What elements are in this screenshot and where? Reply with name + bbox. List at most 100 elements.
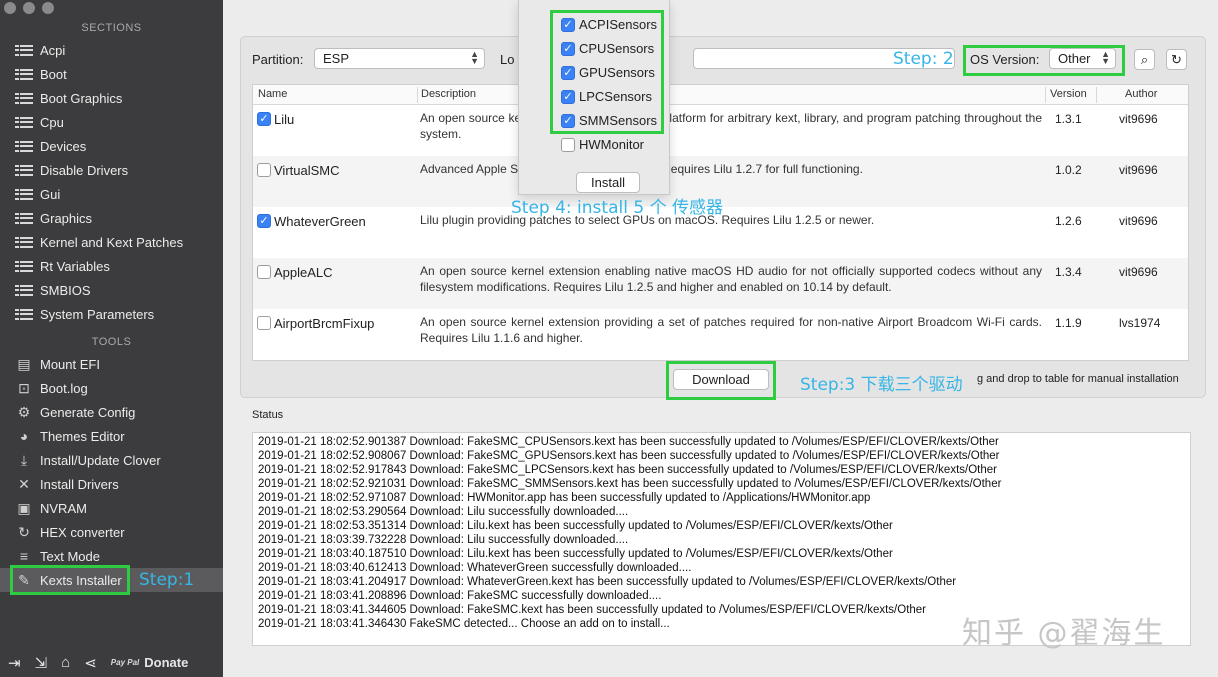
partition-select[interactable]: ESP ▲ ▼ — [314, 48, 485, 69]
sensor-label: HWMonitor — [579, 137, 645, 152]
kext-checkbox[interactable] — [257, 265, 271, 279]
sidebar-item-install-drivers[interactable]: ✕ Install Drivers — [0, 472, 223, 496]
kext-version: 1.1.9 — [1055, 316, 1082, 330]
status-line: 2019-01-21 18:02:52.901387 Download: Fak… — [258, 436, 999, 448]
sensor-checkbox[interactable] — [561, 137, 575, 152]
kext-version: 1.0.2 — [1055, 163, 1082, 177]
table-row[interactable]: AppleALC An open source kernel extension … — [253, 258, 1188, 309]
kext-author: vit9696 — [1119, 214, 1158, 228]
sidebar-item-system-parameters[interactable]: System Parameters — [0, 302, 223, 326]
search-button[interactable]: ⌕ — [1134, 49, 1155, 70]
sidebar-item-smbios[interactable]: SMBIOS — [0, 278, 223, 302]
kext-author: lvs1974 — [1119, 316, 1161, 330]
donate-label: Donate — [144, 655, 189, 670]
step2-annotation: Step: 2 — [893, 49, 954, 69]
os-version-select[interactable]: Other ▲ ▼ — [1049, 48, 1116, 69]
home-icon[interactable]: ⌂ — [61, 654, 70, 671]
sensor-option-hwmonitor[interactable]: HWMonitor — [561, 137, 644, 152]
search-icon: ⌕ — [1140, 51, 1149, 67]
table-row[interactable]: ✓ Lilu An open source kernel extension pro… — [253, 105, 1188, 156]
palette-icon: ◕ — [19, 428, 29, 444]
list-icon-wrapper — [14, 114, 34, 130]
sidebar-item-graphics[interactable]: Graphics — [0, 206, 223, 230]
sidebar-item-label: Kernel and Kext Patches — [40, 234, 184, 250]
list-icon-wrapper — [14, 210, 34, 226]
table-body: ✓ Lilu An open source kernel extension pro… — [253, 105, 1188, 360]
kext-checkbox[interactable]: ✓ — [257, 112, 271, 126]
column-divider — [1096, 87, 1097, 103]
kext-checkbox[interactable] — [257, 163, 271, 177]
close-window-button[interactable] — [4, 2, 16, 14]
sidebar-item-boot[interactable]: Boot — [0, 62, 223, 86]
status-line: 2019-01-21 18:03:41.204917 Download: Wha… — [258, 576, 957, 588]
import-icon[interactable]: ⇥ — [8, 654, 21, 672]
minimize-window-button[interactable] — [23, 2, 35, 14]
table-row[interactable]: AirportBrcmFixup An open source kernel ex… — [253, 309, 1188, 360]
paypal-icon: Pay Pal — [110, 657, 140, 667]
tools-icon: ✕ — [18, 475, 30, 492]
kext-name: AirportBrcmFixup — [274, 316, 375, 331]
sidebar-item-disable-drivers[interactable]: Disable Drivers — [0, 158, 223, 182]
sidebar-item-acpi[interactable]: Acpi — [0, 38, 223, 62]
kext-description: An open source kernel extension enabling… — [420, 264, 1042, 294]
chip-icon: ▣ — [17, 499, 31, 516]
window-controls — [4, 2, 54, 14]
os-version-label: OS Version: — [970, 52, 1040, 67]
updown-arrows-icon: ▲ ▼ — [1101, 49, 1110, 66]
sections-header: SECTIONS — [81, 22, 142, 34]
col-description-header[interactable]: Description — [421, 88, 476, 100]
sidebar-item-nvram[interactable]: ▣ NVRAM — [0, 496, 223, 520]
col-name-header[interactable]: Name — [258, 88, 287, 100]
list-icon — [15, 187, 33, 201]
status-line: 2019-01-21 18:03:41.208896 Download: Fak… — [258, 590, 662, 602]
os-version-value: Other — [1058, 51, 1091, 66]
sidebar-item-label: Boot Graphics — [40, 90, 123, 106]
kext-checkbox[interactable] — [257, 316, 271, 330]
share-icon[interactable]: ⋖ — [84, 654, 97, 672]
sidebar-item-generate-config[interactable]: ⚙ Generate Config — [0, 400, 223, 424]
location-label: Lo — [500, 52, 515, 67]
col-author-header[interactable]: Author — [1125, 88, 1157, 100]
sidebar: SECTIONS Acpi Boot Boot Graphics Cpu Devices… — [0, 0, 223, 677]
sidebar-item-themes-editor[interactable]: ◕ Themes Editor — [0, 424, 223, 448]
sidebar-item-gui[interactable]: Gui — [0, 182, 223, 206]
status-line: 2019-01-21 18:03:39.732228 Download: Lil… — [258, 534, 629, 546]
log-search-icon: ⊡ — [18, 379, 30, 396]
status-line: 2019-01-21 18:02:53.290564 Download: Lil… — [258, 506, 629, 518]
sidebar-item-kernel-and-kext-patches[interactable]: Kernel and Kext Patches — [0, 230, 223, 254]
sidebar-item-mount-efi[interactable]: ▤ Mount EFI — [0, 352, 223, 376]
sidebar-item-hex-converter[interactable]: ↻ HEX converter — [0, 520, 223, 544]
main-panel: Partition: ESP ▲ ▼ Lo Step: 2 OS Version:… — [223, 0, 1218, 677]
kext-checkbox[interactable]: ✓ — [257, 214, 271, 228]
export-icon[interactable]: ⇲ — [35, 654, 48, 672]
table-header: Name Description Version Author — [253, 85, 1188, 105]
sidebar-item-label: Text Mode — [40, 548, 100, 564]
sidebar-item-label: Install/Update Clover — [40, 452, 161, 468]
kext-name: VirtualSMC — [274, 163, 340, 178]
list-icon — [15, 163, 33, 177]
list-icon — [15, 139, 33, 153]
list-icon — [15, 259, 33, 273]
step1-highlight-box — [10, 565, 130, 595]
status-line: 2019-01-21 18:02:52.908067 Download: Fak… — [258, 450, 1000, 462]
sidebar-item-cpu[interactable]: Cpu — [0, 110, 223, 134]
donate-button[interactable]: Pay Pal Donate — [111, 655, 189, 670]
zoom-window-button[interactable] — [42, 2, 54, 14]
sidebar-item-boot-log[interactable]: ⊡ Boot.log — [0, 376, 223, 400]
install-button[interactable]: Install — [576, 172, 640, 193]
sidebar-item-label: Rt Variables — [40, 258, 110, 274]
sidebar-item-rt-variables[interactable]: Rt Variables — [0, 254, 223, 278]
sidebar-item-devices[interactable]: Devices — [0, 134, 223, 158]
list-icon-wrapper — [14, 66, 34, 82]
list-icon — [15, 67, 33, 81]
sidebar-item-install-update-clover[interactable]: ⤓ Install/Update Clover — [0, 448, 223, 472]
kext-version: 1.3.1 — [1055, 112, 1082, 126]
sidebar-item-label: Mount EFI — [40, 356, 100, 372]
sidebar-item-label: Graphics — [40, 210, 93, 226]
kext-author: vit9696 — [1119, 112, 1158, 126]
col-version-header[interactable]: Version — [1050, 88, 1087, 100]
sidebar-item-boot-graphics[interactable]: Boot Graphics — [0, 86, 223, 110]
download-tray-icon: ⤓ — [20, 451, 28, 468]
refresh-button[interactable]: ↻ — [1166, 49, 1187, 70]
download-button[interactable]: Download — [673, 369, 769, 390]
